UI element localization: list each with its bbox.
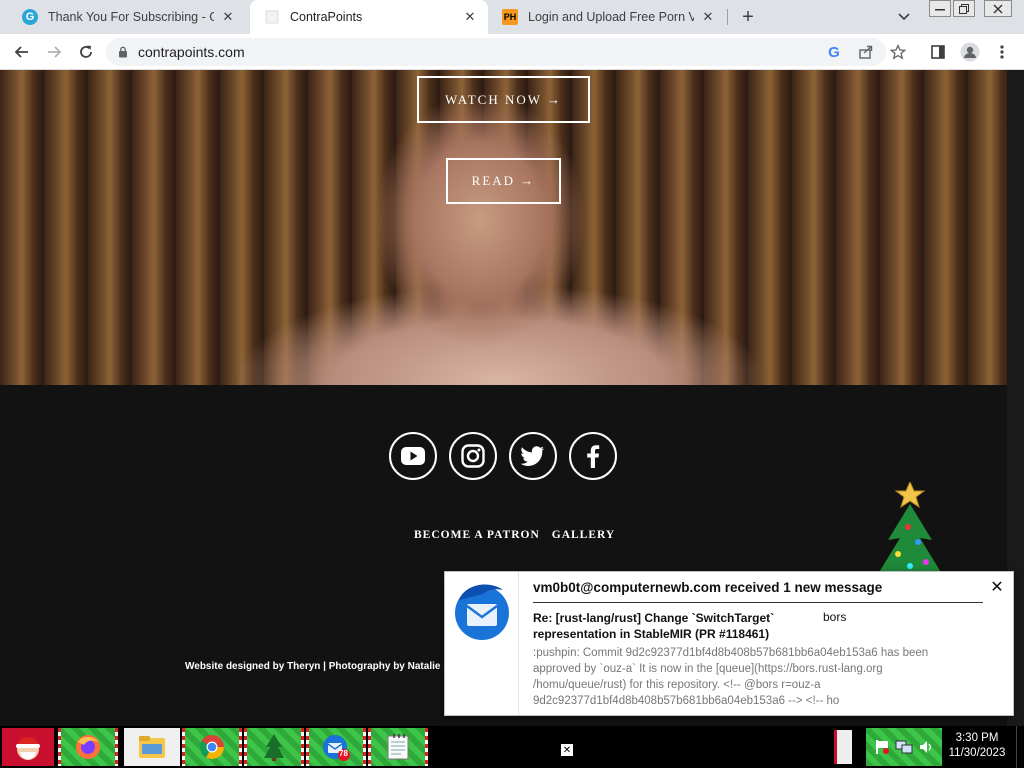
notification-icon-panel	[445, 572, 519, 715]
tab-ph[interactable]: PH Login and Upload Free Porn Vide ✕	[488, 0, 726, 34]
notification-body: :pushpin: Commit 9d2c92377d1bf4d8b408b57…	[533, 647, 929, 707]
notification-sender: bors	[823, 610, 847, 624]
share-button[interactable]	[854, 40, 878, 64]
notification-divider	[533, 602, 983, 603]
ph-favicon-icon: PH	[502, 9, 518, 25]
facebook-icon	[587, 445, 600, 468]
side-panel-button[interactable]	[926, 40, 950, 64]
christmas-tree-icon	[878, 482, 942, 574]
clock-time: 3:30 PM	[955, 732, 999, 744]
new-tab-button[interactable]: +	[736, 5, 760, 29]
clock-date: 11/30/2023	[948, 747, 1006, 759]
taskbar: 78 ✕ 3:30 PM 11/30/2023	[0, 726, 1024, 768]
gallery-link[interactable]: GALLERY	[552, 529, 615, 541]
taskbar-file-explorer[interactable]	[124, 728, 180, 766]
restore-button[interactable]	[953, 0, 975, 17]
footer-credits: Website designed by Theryn | Photography…	[185, 661, 441, 672]
twitter-link[interactable]	[509, 432, 557, 480]
profile-avatar-icon	[960, 42, 980, 62]
forward-button[interactable]	[42, 40, 66, 64]
instagram-icon	[461, 444, 485, 468]
google-g-icon: G	[828, 43, 840, 61]
clock[interactable]: 3:30 PM 11/30/2023	[946, 731, 1008, 761]
twitter-icon	[521, 446, 544, 466]
close-tab-icon[interactable]: ✕	[462, 9, 478, 25]
santa-icon	[16, 737, 40, 760]
system-tray-icons[interactable]	[866, 728, 942, 766]
chrome-menu-button[interactable]	[990, 40, 1014, 64]
notification-close-icon[interactable]: ✕	[989, 579, 1005, 596]
back-button[interactable]	[10, 40, 34, 64]
thunderbird-icon	[455, 584, 509, 640]
hero-image: WATCH NOW → READ →	[0, 70, 1007, 385]
lock-icon	[119, 46, 127, 58]
taskbar-chrome[interactable]	[182, 728, 242, 766]
firefox-icon	[76, 735, 100, 759]
youtube-icon	[401, 447, 425, 465]
file-explorer-icon	[139, 736, 165, 758]
tree-icon	[264, 734, 284, 761]
taskbar-close-icon[interactable]: ✕	[561, 744, 573, 756]
close-tab-icon[interactable]: ✕	[220, 9, 236, 25]
action-center-flag-icon	[876, 740, 889, 754]
tab-title: Thank You For Subscribing - Goo	[48, 10, 214, 24]
network-icon	[895, 740, 913, 754]
watch-now-button[interactable]: WATCH NOW →	[417, 76, 590, 123]
minimize-button[interactable]	[929, 0, 951, 17]
taskbar-firefox[interactable]	[58, 728, 118, 766]
share-icon	[859, 45, 873, 59]
read-button[interactable]: READ →	[446, 158, 561, 204]
tab-title: Login and Upload Free Porn Vide	[528, 10, 694, 24]
notepad-icon	[387, 734, 409, 760]
url-text: contrapoints.com	[138, 44, 245, 60]
bookmark-button[interactable]	[886, 40, 910, 64]
side-panel-icon	[931, 45, 945, 59]
tab-search-chevron-icon[interactable]	[894, 7, 914, 27]
notification-subject: Re: [rust-lang/rust] Change `SwitchTarge…	[533, 611, 775, 641]
start-button[interactable]	[2, 728, 54, 766]
reload-icon	[80, 45, 92, 58]
page-favicon-icon	[264, 9, 280, 25]
reload-button[interactable]	[74, 40, 98, 64]
close-window-button[interactable]	[984, 0, 1012, 17]
tab-strip: G Thank You For Subscribing - Goo ✕ Cont…	[0, 0, 1024, 34]
g-favicon-icon: G	[22, 9, 38, 25]
profile-button[interactable]	[958, 40, 982, 64]
google-translate-button[interactable]: G	[822, 40, 846, 64]
youtube-link[interactable]	[389, 432, 437, 480]
tray-flag[interactable]	[834, 730, 852, 764]
taskbar-notepad[interactable]	[368, 728, 428, 766]
tab-contrapoints[interactable]: ContraPoints ✕	[250, 0, 488, 34]
show-desktop-button[interactable]	[1016, 726, 1024, 768]
taskbar-tree-app[interactable]	[244, 728, 304, 766]
notification-title: vm0b0t@computernewb.com received 1 new m…	[533, 580, 883, 595]
unread-badge: 78	[339, 749, 348, 758]
back-arrow-icon	[14, 46, 28, 58]
instagram-link[interactable]	[449, 432, 497, 480]
address-bar[interactable]: contrapoints.com	[106, 38, 886, 66]
volume-icon	[920, 741, 932, 753]
forward-arrow-icon	[48, 46, 62, 58]
taskbar-thunderbird[interactable]: 78	[306, 728, 366, 766]
tab-separator	[727, 9, 728, 25]
close-tab-icon[interactable]: ✕	[700, 9, 716, 25]
tab-title: ContraPoints	[290, 10, 363, 24]
become-a-patron-link[interactable]: BECOME A PATRON	[414, 529, 540, 541]
footer-links: BECOME A PATRON GALLERY	[414, 529, 615, 541]
thunderbird-notification[interactable]: vm0b0t@computernewb.com received 1 new m…	[444, 571, 1014, 716]
chrome-icon	[199, 735, 224, 760]
browser-toolbar: contrapoints.com G	[0, 34, 1024, 70]
facebook-link[interactable]	[569, 432, 617, 480]
kebab-menu-icon	[1000, 45, 1004, 59]
star-icon	[890, 44, 906, 60]
tab-thank-you[interactable]: G Thank You For Subscribing - Goo ✕	[8, 0, 246, 34]
